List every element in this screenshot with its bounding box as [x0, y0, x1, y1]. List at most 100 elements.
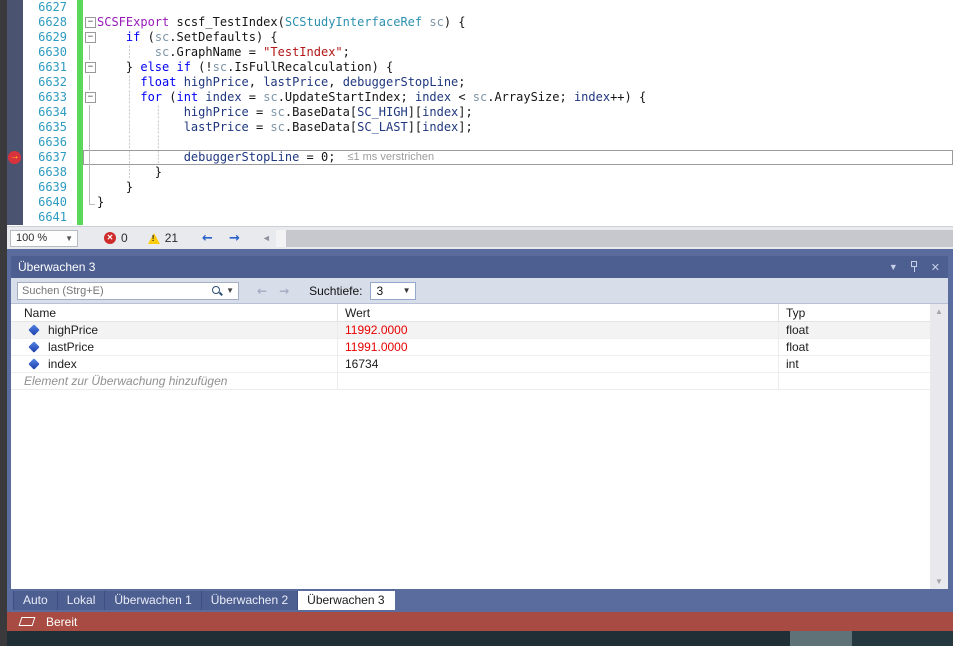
- breakpoint-current-statement-icon[interactable]: →: [8, 151, 21, 164]
- code-line[interactable]: 6636 ┊ ┊: [7, 135, 953, 150]
- code-line-content[interactable]: ┊ float highPrice, lastPrice, debuggerSt…: [83, 75, 953, 90]
- code-line-content[interactable]: ┊ sc.GraphName = "TestIndex";: [83, 45, 953, 60]
- watch-row[interactable]: lastPrice11991.0000float: [11, 339, 948, 356]
- watch-name-cell[interactable]: lastPrice: [11, 339, 338, 356]
- breakpoint-gutter[interactable]: [7, 120, 23, 135]
- code-line[interactable]: 6639 }: [7, 180, 953, 195]
- warning-indicator[interactable]: 21: [148, 231, 178, 245]
- watch-type-cell[interactable]: float: [779, 339, 930, 356]
- code-line[interactable]: 6641: [7, 210, 953, 225]
- search-options-chevron-icon[interactable]: ▼: [223, 286, 238, 295]
- watch-name-cell[interactable]: index: [11, 356, 338, 373]
- code-token: lastPrice: [263, 75, 328, 89]
- search-prev-icon[interactable]: ←: [257, 284, 267, 298]
- code-line-content[interactable]: SCSFExport scsf_TestIndex(SCStudyInterfa…: [83, 15, 953, 30]
- breakpoint-gutter[interactable]: [7, 165, 23, 180]
- code-lines[interactable]: 66276628SCSFExport scsf_TestIndex(SCStud…: [7, 0, 953, 226]
- breakpoint-gutter[interactable]: [7, 0, 23, 15]
- window-position-icon[interactable]: ▼: [889, 262, 898, 272]
- breakpoint-gutter[interactable]: [7, 45, 23, 60]
- code-line-content[interactable]: }: [83, 195, 953, 210]
- close-icon[interactable]: ✕: [931, 261, 940, 274]
- navigate-back-icon[interactable]: ←: [202, 232, 213, 245]
- code-line-content[interactable]: ┊ ┊: [83, 135, 953, 150]
- error-indicator[interactable]: ✕ 0: [104, 231, 128, 245]
- code-line-content[interactable]: } else if (!sc.IsFullRecalculation) {: [83, 60, 953, 75]
- breakpoint-gutter[interactable]: [7, 135, 23, 150]
- search-icon[interactable]: [211, 285, 223, 297]
- zoom-level: 100 %: [16, 232, 47, 244]
- zoom-select[interactable]: 100 % ▼: [10, 230, 78, 247]
- tab-überwachen-1[interactable]: Überwachen 1: [105, 591, 201, 610]
- column-header-name[interactable]: Name: [11, 304, 338, 322]
- code-line-content[interactable]: ┊ ┊ lastPrice = sc.BaseData[SC_LAST][ind…: [83, 120, 953, 135]
- code-line-content[interactable]: ┊ }: [83, 165, 953, 180]
- fold-collapse-icon[interactable]: [83, 90, 97, 105]
- watch-value-cell[interactable]: 11992.0000: [338, 322, 779, 339]
- code-line[interactable]: 6640}: [7, 195, 953, 210]
- watch-row[interactable]: highPrice11992.0000float: [11, 322, 948, 339]
- breakpoint-gutter[interactable]: [7, 195, 23, 210]
- watch-type-cell[interactable]: float: [779, 322, 930, 339]
- column-header-type[interactable]: Typ: [779, 304, 930, 322]
- code-line[interactable]: 6630 ┊ sc.GraphName = "TestIndex";: [7, 45, 953, 60]
- breakpoint-gutter[interactable]: [7, 75, 23, 90]
- code-line[interactable]: 6628SCSFExport scsf_TestIndex(SCStudyInt…: [7, 15, 953, 30]
- navigate-forward-icon[interactable]: →: [229, 232, 240, 245]
- breakpoint-gutter[interactable]: [7, 180, 23, 195]
- watch-row[interactable]: index16734int: [11, 356, 948, 373]
- search-next-icon[interactable]: →: [279, 284, 289, 298]
- watch-value-cell[interactable]: 16734: [338, 356, 779, 373]
- watch-name-cell[interactable]: highPrice: [11, 322, 338, 339]
- code-line[interactable]: 6634 ┊ ┊ highPrice = sc.BaseData[SC_HIGH…: [7, 105, 953, 120]
- add-watch-label[interactable]: Element zur Überwachung hinzufügen: [11, 373, 338, 390]
- code-line-content[interactable]: if (sc.SetDefaults) {: [83, 30, 953, 45]
- code-editor[interactable]: 66276628SCSFExport scsf_TestIndex(SCStud…: [7, 0, 953, 249]
- code-line[interactable]: 6627: [7, 0, 953, 15]
- breakpoint-gutter[interactable]: [7, 15, 23, 30]
- code-token: = 0;: [299, 150, 335, 164]
- watch-title-bar[interactable]: Überwachen 3 ▼ ✕: [11, 256, 948, 278]
- fold-collapse-icon[interactable]: [83, 15, 97, 30]
- code-line-content[interactable]: ┊ ┊ highPrice = sc.BaseData[SC_HIGH][ind…: [83, 105, 953, 120]
- breakpoint-gutter[interactable]: [7, 90, 23, 105]
- search-box[interactable]: ▼: [17, 282, 239, 300]
- tab-überwachen-2[interactable]: Überwachen 2: [202, 591, 298, 610]
- tab-auto[interactable]: Auto: [13, 591, 58, 610]
- fold-collapse-icon[interactable]: [83, 60, 97, 75]
- code-line[interactable]: 6635 ┊ ┊ lastPrice = sc.BaseData[SC_LAST…: [7, 120, 953, 135]
- pin-icon[interactable]: [910, 261, 919, 273]
- code-line-content[interactable]: [83, 210, 953, 225]
- code-line[interactable]: 6638 ┊ }: [7, 165, 953, 180]
- scroll-left-icon[interactable]: ◄: [262, 233, 271, 243]
- tab-lokal[interactable]: Lokal: [58, 591, 106, 610]
- fold-collapse-icon[interactable]: [83, 30, 97, 45]
- search-input[interactable]: [18, 285, 211, 297]
- scroll-up-icon[interactable]: ▲: [930, 307, 948, 316]
- vertical-scrollbar[interactable]: ▲ ▼: [930, 304, 948, 589]
- panel-separator[interactable]: [7, 249, 953, 256]
- breakpoint-gutter[interactable]: [7, 210, 23, 225]
- watch-value-cell[interactable]: 11991.0000: [338, 339, 779, 356]
- code-line[interactable]: 6629 if (sc.SetDefaults) {: [7, 30, 953, 45]
- code-line[interactable]: →6637 ┊ ┊ debuggerStopLine = 0;≤1 ms ver…: [7, 150, 953, 165]
- code-line-content[interactable]: ┊ for (int index = sc.UpdateStartIndex; …: [83, 90, 953, 105]
- tab-überwachen-3[interactable]: Überwachen 3: [298, 591, 394, 610]
- horizontal-scrollbar[interactable]: [276, 230, 953, 247]
- breakpoint-gutter[interactable]: →: [7, 150, 23, 165]
- watch-add-row[interactable]: Element zur Überwachung hinzufügen: [11, 373, 948, 390]
- code-line-content[interactable]: ┊ ┊ debuggerStopLine = 0;≤1 ms verstrich…: [83, 150, 953, 165]
- search-depth-select[interactable]: 3 ▼: [370, 282, 416, 300]
- code-line[interactable]: 6631 } else if (!sc.IsFullRecalculation)…: [7, 60, 953, 75]
- code-line[interactable]: 6632 ┊ float highPrice, lastPrice, debug…: [7, 75, 953, 90]
- breakpoint-gutter[interactable]: [7, 30, 23, 45]
- code-line[interactable]: 6633 ┊ for (int index = sc.UpdateStartIn…: [7, 90, 953, 105]
- watch-type-cell[interactable]: int: [779, 356, 930, 373]
- horizontal-scrollbar-thumb[interactable]: [286, 230, 953, 247]
- code-line-content[interactable]: }: [83, 180, 953, 195]
- breakpoint-gutter[interactable]: [7, 60, 23, 75]
- scroll-down-icon[interactable]: ▼: [930, 577, 948, 586]
- code-line-content[interactable]: [83, 0, 953, 15]
- breakpoint-gutter[interactable]: [7, 105, 23, 120]
- column-header-value[interactable]: Wert: [338, 304, 779, 322]
